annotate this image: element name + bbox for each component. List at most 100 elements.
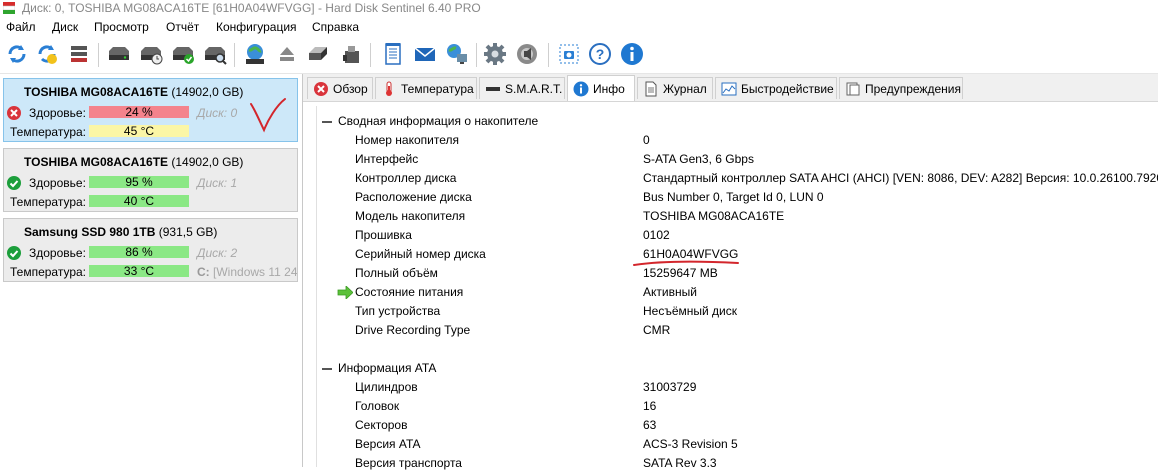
- refresh-all-icon[interactable]: [34, 41, 60, 67]
- section-title: Сводная информация о накопителе: [338, 114, 539, 128]
- info-row-serial: Серийный номер диска 61H0A04WFVGG: [317, 245, 1158, 264]
- info-key: Версия ATA: [355, 437, 421, 451]
- info-row: Полный объём 15259647 MB: [317, 264, 1158, 283]
- tab-log[interactable]: Журнал: [637, 77, 713, 99]
- tab-label: Температура: [401, 82, 474, 96]
- sound-icon[interactable]: [514, 41, 540, 67]
- info-row: Тип устройства Несъёмный диск: [317, 302, 1158, 321]
- disk-search-icon[interactable]: [202, 41, 228, 67]
- info-key: Серийный номер диска: [355, 247, 486, 261]
- tab-warnings[interactable]: Предупреждения: [839, 77, 963, 99]
- info-value: Активный: [643, 285, 697, 299]
- toolbar: ?: [0, 37, 1158, 74]
- disk-capacity: (14902,0 GB): [171, 85, 244, 99]
- info-row: Головок 16: [317, 397, 1158, 416]
- thermometer-icon: [386, 81, 392, 96]
- info-row: Секторов 63: [317, 416, 1158, 435]
- tab-label: Обзор: [333, 82, 368, 96]
- disk-name: TOSHIBA MG08ACA16TE: [24, 155, 169, 169]
- info-key: Секторов: [355, 418, 408, 432]
- tab-label: S.M.A.R.T.: [505, 82, 563, 96]
- health-label: Здоровье:: [29, 246, 86, 260]
- globe-disk-icon[interactable]: [242, 41, 268, 67]
- menu-disk[interactable]: Диск: [52, 20, 78, 34]
- overview-x-icon: [314, 82, 328, 96]
- menu-file[interactable]: Файл: [6, 20, 36, 34]
- info-value: SATA Rev 3.3: [643, 456, 717, 470]
- info-key: Прошивка: [355, 228, 412, 242]
- info-row: Версия ATA ACS-3 Revision 5: [317, 435, 1158, 454]
- info-row: Номер накопителя 0: [317, 131, 1158, 150]
- disk-check-icon[interactable]: [170, 41, 196, 67]
- tab-info[interactable]: Инфо: [567, 75, 635, 101]
- info-value: Стандартный контроллер SATA AHCI (AHCI) …: [643, 171, 1158, 185]
- menu-help[interactable]: Справка: [312, 20, 359, 34]
- disk-item-0[interactable]: TOSHIBA MG08ACA16TE (14902,0 GB) Здоровь…: [3, 78, 298, 142]
- tab-smart[interactable]: S.M.A.R.T.: [479, 77, 565, 99]
- tab-label: Предупреждения: [865, 82, 961, 96]
- disk-list-panel: TOSHIBA MG08ACA16TE (14902,0 GB) Здоровь…: [0, 74, 303, 467]
- arrow-right-icon: [337, 286, 353, 299]
- toolbar-separator: [370, 43, 371, 67]
- tab-overview[interactable]: Обзор: [307, 77, 373, 99]
- app-icon: [3, 2, 15, 14]
- warnings-icon: [846, 82, 860, 96]
- health-bar: 86 %: [89, 246, 189, 258]
- info-value: S-ATA Gen3, 6 Gbps: [643, 152, 754, 166]
- info-value: TOSHIBA MG08ACA16TE: [643, 209, 785, 223]
- disk-name: Samsung SSD 980 1TB: [24, 225, 156, 239]
- disk-item-1[interactable]: TOSHIBA MG08ACA16TE (14902,0 GB) Здоровь…: [3, 148, 298, 212]
- info-value: ACS-3 Revision 5: [643, 437, 738, 451]
- info-key: Головок: [355, 399, 400, 413]
- info-content: Сводная информация о накопителе Номер на…: [316, 106, 1158, 470]
- smart-icon: [486, 87, 500, 91]
- info-row: Интерфейс S-ATA Gen3, 6 Gbps: [317, 150, 1158, 169]
- health-bar: 95 %: [89, 176, 189, 188]
- error-status-icon: [7, 106, 21, 120]
- screenshot-icon[interactable]: [556, 41, 582, 67]
- info-icon[interactable]: [619, 41, 645, 67]
- info-value: Bus Number 0, Target Id 0, LUN 0: [643, 190, 824, 204]
- temperature-label: Температура:: [10, 195, 87, 209]
- menu-bar: Файл Диск Просмотр Отчёт Конфигурация Сп…: [0, 17, 1158, 37]
- temperature-bar: 33 °C: [89, 265, 189, 277]
- info-value: 63: [643, 418, 657, 432]
- disk-name-row: TOSHIBA MG08ACA16TE (14902,0 GB): [24, 155, 243, 169]
- disk-icon[interactable]: [106, 41, 132, 67]
- disk-schedule-icon[interactable]: [138, 41, 164, 67]
- info-row: Цилиндров 31003729: [317, 378, 1158, 397]
- network-icon[interactable]: [444, 41, 470, 67]
- report-icon[interactable]: [380, 41, 406, 67]
- disk-number-label: Диск: 0: [197, 106, 238, 120]
- usb-drive-icon[interactable]: [338, 41, 364, 67]
- disk-settings-icon[interactable]: [66, 41, 92, 67]
- menu-report[interactable]: Отчёт: [166, 20, 199, 34]
- info-key: Модель накопителя: [355, 209, 466, 223]
- ok-status-icon: [7, 246, 21, 260]
- menu-view[interactable]: Просмотр: [94, 20, 149, 34]
- tab-temperature[interactable]: Температура: [375, 77, 477, 99]
- refresh-icon[interactable]: [4, 41, 30, 67]
- health-label: Здоровье:: [29, 106, 86, 120]
- info-key: Интерфейс: [355, 152, 419, 166]
- menu-configuration[interactable]: Конфигурация: [216, 20, 297, 34]
- svg-text:?: ?: [596, 46, 605, 62]
- info-row: Расположение диска Bus Number 0, Target I…: [317, 188, 1158, 207]
- disk-name-row: Samsung SSD 980 1TB (931,5 GB): [24, 225, 217, 239]
- disk-name-row: TOSHIBA MG08ACA16TE (14902,0 GB): [24, 85, 243, 99]
- disk-item-2[interactable]: Samsung SSD 980 1TB (931,5 GB) Здоровье:…: [3, 218, 298, 282]
- details-panel: Обзор Температура S.M.A.R.T. Инфо Журнал…: [303, 74, 1158, 470]
- gear-icon[interactable]: [482, 41, 508, 67]
- info-key: Номер накопителя: [355, 133, 459, 147]
- eject-icon[interactable]: [274, 41, 300, 67]
- network-drive-icon[interactable]: [306, 41, 332, 67]
- log-icon: [645, 81, 657, 97]
- disk-health-row: Здоровье: 24 % Диск: 0: [4, 102, 299, 120]
- email-icon[interactable]: [412, 41, 438, 67]
- info-value: 61H0A04WFVGG: [643, 247, 739, 261]
- help-icon[interactable]: ?: [587, 41, 613, 67]
- toolbar-separator: [548, 43, 549, 67]
- title-bar: Диск: 0, TOSHIBA MG08ACA16TE [61H0A04WFV…: [0, 0, 1158, 17]
- tab-bar: Обзор Температура S.M.A.R.T. Инфо Журнал…: [303, 74, 1158, 102]
- tab-performance[interactable]: Быстродействие: [715, 77, 837, 99]
